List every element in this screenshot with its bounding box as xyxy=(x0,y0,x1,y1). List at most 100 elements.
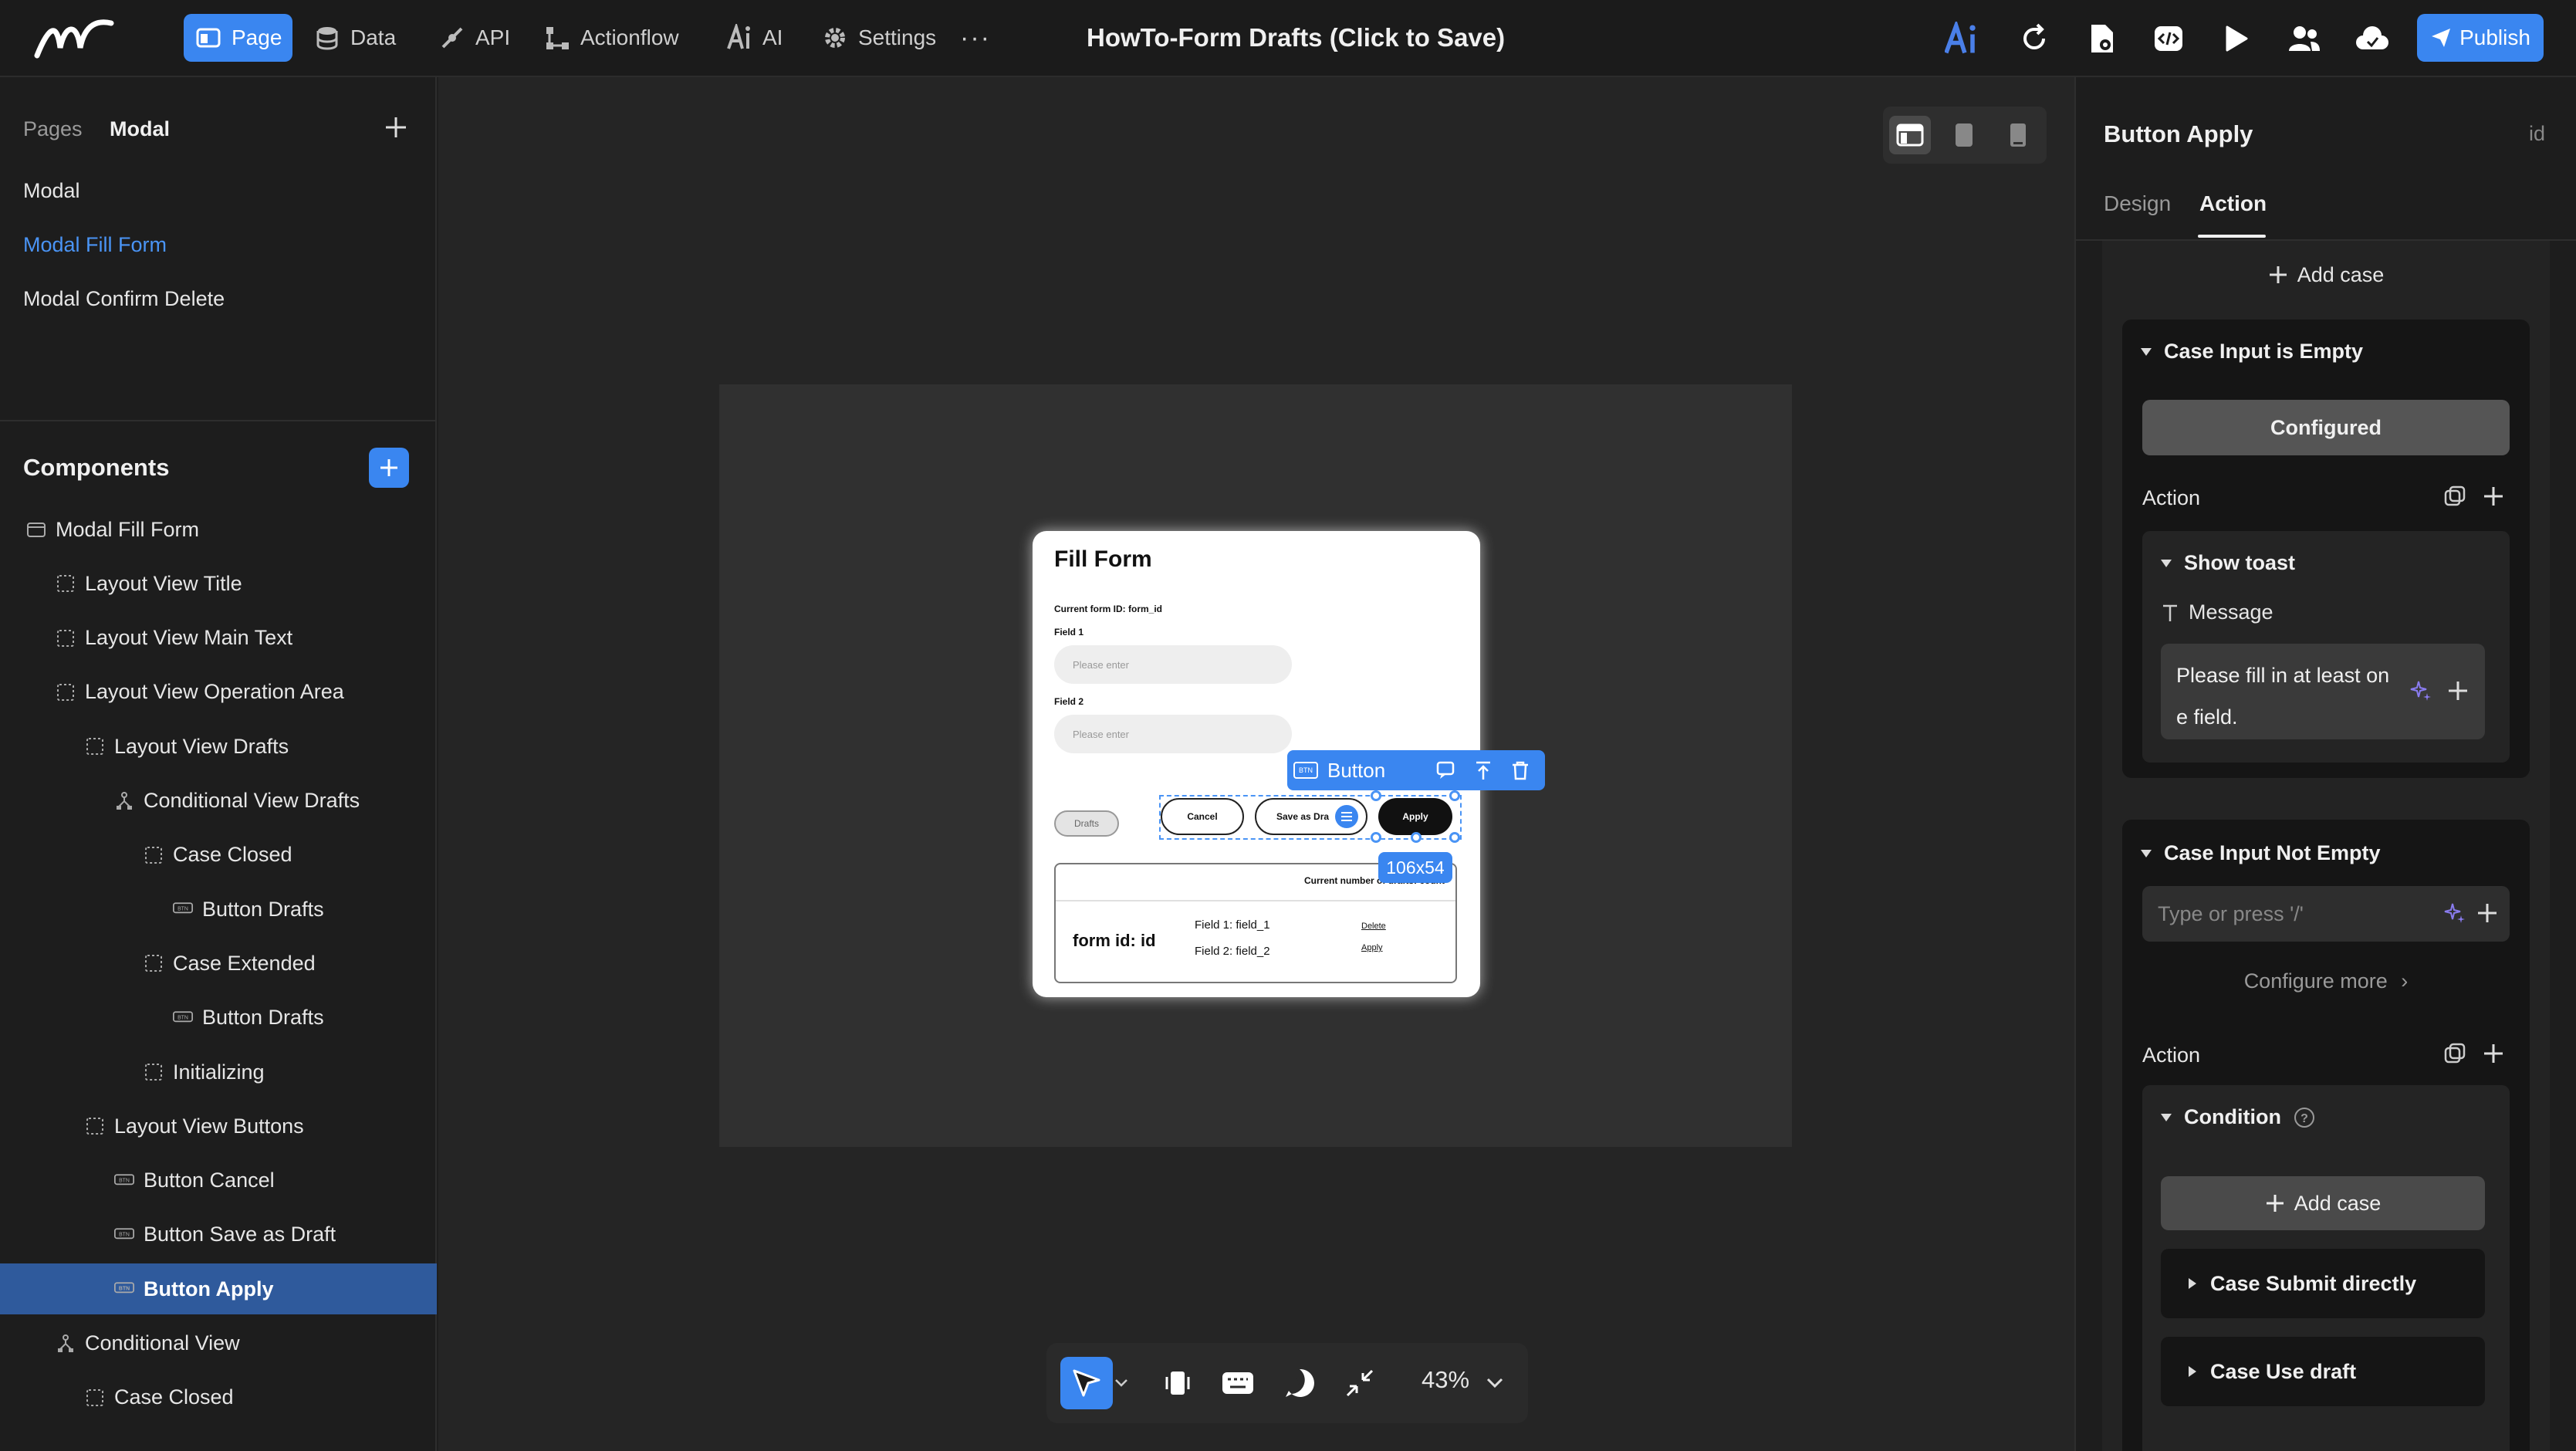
resize-handle[interactable] xyxy=(1371,832,1381,843)
tree-item[interactable]: Conditional View Drafts xyxy=(0,776,437,827)
tree-item[interactable]: Layout View Drafts xyxy=(0,721,437,772)
case-submit-directly[interactable]: Case Submit directly xyxy=(2161,1249,2485,1318)
tree-item[interactable]: BTN Button Save as Draft xyxy=(0,1209,437,1260)
move-up-icon[interactable] xyxy=(1472,759,1494,781)
logo-icon[interactable] xyxy=(34,17,119,60)
nav-actionflow[interactable]: Actionflow xyxy=(532,14,690,62)
case-input-empty-header[interactable]: Case Input is Empty xyxy=(2141,340,2363,364)
tab-pages[interactable]: Pages xyxy=(23,117,83,141)
ai-sparkle-icon[interactable] xyxy=(2409,679,2432,702)
zoom-chevron-down-icon[interactable] xyxy=(1483,1363,1506,1403)
tree-item[interactable]: Modal Fill Form xyxy=(0,504,437,555)
code-icon[interactable] xyxy=(2150,20,2187,57)
add-action-icon[interactable] xyxy=(2482,485,2505,508)
add-action-icon[interactable] xyxy=(2482,1042,2505,1065)
case-input-empty-card: Case Input is Empty Configured Action Sh… xyxy=(2122,320,2530,778)
tree-item[interactable]: BTN Button Drafts xyxy=(0,884,437,935)
desktop-view-icon[interactable] xyxy=(1889,116,1931,154)
gear-icon xyxy=(825,28,845,48)
add-case-inner-button[interactable]: Add case xyxy=(2161,1176,2485,1230)
nav-api[interactable]: API xyxy=(428,14,521,62)
add-case-button[interactable]: Add case xyxy=(2102,247,2550,303)
condition-expression-input[interactable]: Type or press '/' xyxy=(2142,886,2510,942)
help-icon[interactable]: ? xyxy=(1280,1363,1320,1403)
hamburger-icon[interactable] xyxy=(1335,805,1358,828)
help-circle-icon[interactable]: ? xyxy=(2294,1107,2315,1128)
page-item-modal-confirm-delete[interactable]: Modal Confirm Delete xyxy=(23,287,225,311)
tree-item[interactable]: Layout View Title xyxy=(0,558,437,609)
action-library-icon[interactable] xyxy=(2443,1042,2466,1065)
page-item-modal-fill-form[interactable]: Modal Fill Form xyxy=(23,233,167,257)
tree-item[interactable]: Case Closed xyxy=(0,1372,437,1423)
tree-item[interactable]: Layout View Main Text xyxy=(0,613,437,664)
tree-item[interactable]: Layout View Operation Area xyxy=(0,667,437,718)
chevron-down-icon[interactable] xyxy=(1110,1363,1133,1403)
add-variable-icon[interactable] xyxy=(2476,901,2499,925)
field1-input[interactable]: Please enter xyxy=(1054,645,1292,684)
action-library-icon[interactable] xyxy=(2443,485,2466,508)
file-settings-icon[interactable] xyxy=(2084,20,2121,57)
resize-handle[interactable] xyxy=(1449,832,1460,843)
ai-sparkle-icon[interactable] xyxy=(2443,901,2466,925)
tree-item-label: Button Apply xyxy=(144,1277,274,1300)
mobile-view-icon[interactable] xyxy=(1997,116,2039,154)
caret-down-icon xyxy=(2161,559,2172,567)
add-variable-icon[interactable] xyxy=(2446,679,2470,702)
tab-action[interactable]: Action xyxy=(2199,191,2267,216)
trash-icon[interactable] xyxy=(1509,759,1531,781)
tree-item[interactable]: Case Closed xyxy=(0,830,437,881)
tablet-view-icon[interactable] xyxy=(1943,116,1985,154)
card-apply-link[interactable]: Apply xyxy=(1361,943,1383,952)
comment-icon[interactable] xyxy=(1435,759,1457,781)
publish-button[interactable]: Publish xyxy=(2417,14,2544,62)
resize-handle[interactable] xyxy=(1371,790,1381,801)
card-delete-link[interactable]: Delete xyxy=(1361,922,1386,931)
card-field2: Field 2: field_2 xyxy=(1195,945,1270,958)
tree-item[interactable]: BTN Button Cancel xyxy=(0,1155,437,1206)
case-input-not-empty-header[interactable]: Case Input Not Empty xyxy=(2141,841,2381,865)
drafts-button[interactable]: Drafts xyxy=(1054,810,1119,837)
more-menu-icon[interactable]: ··· xyxy=(949,14,1002,62)
document-title[interactable]: HowTo-Form Drafts (Click to Save) xyxy=(1087,23,1505,52)
frame-tool-icon[interactable] xyxy=(1158,1363,1198,1403)
nav-page[interactable]: Page xyxy=(184,14,293,62)
page-item-modal[interactable]: Modal xyxy=(23,179,80,203)
tree-item[interactable]: BTN Button Apply xyxy=(0,1263,437,1315)
nav-data[interactable]: Data xyxy=(303,14,407,62)
tab-modal[interactable]: Modal xyxy=(110,117,170,141)
add-component-button[interactable] xyxy=(369,448,409,488)
component-id-label[interactable]: id xyxy=(2529,122,2545,146)
condition-header[interactable]: Condition ? xyxy=(2161,1105,2315,1129)
tree-item[interactable]: Case Extended xyxy=(0,938,437,989)
nav-settings[interactable]: Settings xyxy=(810,14,947,62)
refresh-icon[interactable] xyxy=(2016,20,2053,57)
add-page-icon[interactable] xyxy=(383,114,409,140)
select-tool-icon[interactable] xyxy=(1060,1357,1113,1409)
configure-more-link[interactable]: Configure more › xyxy=(2122,969,2530,993)
case-use-draft[interactable]: Case Use draft xyxy=(2161,1337,2485,1406)
tree-item-label: Layout View Main Text xyxy=(85,626,293,650)
zoom-level[interactable]: 43% xyxy=(1422,1366,1469,1394)
collaborators-icon[interactable] xyxy=(2286,20,2323,57)
tree-item[interactable]: Layout View Buttons xyxy=(0,1101,437,1152)
right-panel: Button Apply id Design Action Add case C… xyxy=(2074,77,2576,1451)
message-input[interactable]: Please fill in at least on e field. xyxy=(2161,644,2485,739)
tree-item[interactable]: Initializing xyxy=(0,1047,437,1098)
field2-input[interactable]: Please enter xyxy=(1054,715,1292,753)
keyboard-icon[interactable] xyxy=(1218,1363,1258,1403)
nav-ai[interactable]: AI xyxy=(715,14,793,62)
tab-design[interactable]: Design xyxy=(2104,191,2171,216)
resize-handle[interactable] xyxy=(1449,790,1460,801)
action-scroll-area[interactable]: Add case Case Input is Empty Configured … xyxy=(2102,241,2550,1451)
tree-item[interactable]: BTN Button Drafts xyxy=(0,993,437,1043)
top-bar: Page Data API Actionflow AI Settings ···… xyxy=(0,0,2576,77)
resize-handle[interactable] xyxy=(1411,832,1422,843)
collapse-icon[interactable] xyxy=(1340,1363,1380,1403)
plus-icon xyxy=(380,459,397,476)
show-toast-header[interactable]: Show toast xyxy=(2161,551,2295,575)
tree-item[interactable]: Conditional View xyxy=(0,1318,437,1369)
play-icon[interactable] xyxy=(2218,20,2255,57)
configured-button[interactable]: Configured xyxy=(2142,400,2510,455)
ai-assistant-icon[interactable] xyxy=(1945,20,1982,57)
cloud-icon[interactable] xyxy=(2354,20,2391,57)
